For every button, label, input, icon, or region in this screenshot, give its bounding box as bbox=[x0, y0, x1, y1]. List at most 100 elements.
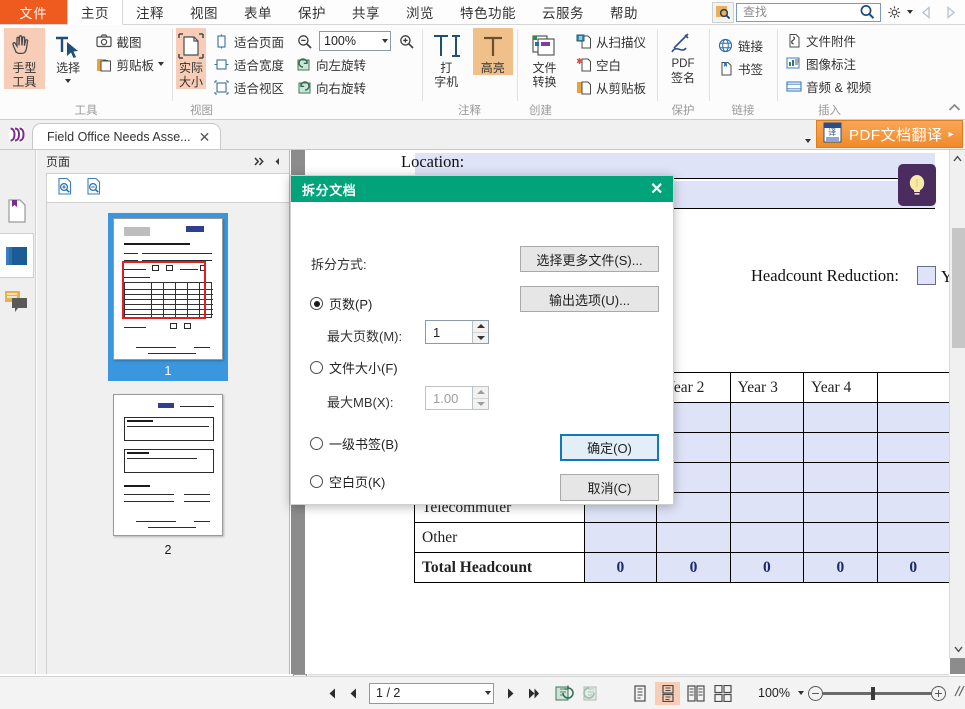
blank-page-button[interactable]: 空白 bbox=[571, 53, 650, 75]
headcount-reduction-checkbox[interactable] bbox=[917, 266, 936, 285]
page-thumbnail-list[interactable]: 1 bbox=[46, 203, 289, 674]
gear-dropdown-caret-icon[interactable] bbox=[907, 10, 913, 14]
pdf-sign-button[interactable]: PDF 签名 bbox=[661, 28, 705, 85]
radio-by-page-count[interactable]: 页数(P) bbox=[310, 294, 372, 313]
menu-tab-browse[interactable]: 浏览 bbox=[393, 0, 447, 24]
output-options-button[interactable]: 输出选项(U)... bbox=[520, 286, 659, 312]
facing-view-icon[interactable] bbox=[683, 682, 708, 705]
next-page-icon[interactable] bbox=[501, 682, 520, 704]
close-icon[interactable]: ✕ bbox=[197, 130, 213, 144]
cell[interactable] bbox=[804, 493, 877, 523]
page-thumbnail-1[interactable] bbox=[108, 213, 228, 365]
stepper-up-icon[interactable] bbox=[473, 387, 488, 398]
rotate-view-icon-2[interactable] bbox=[580, 682, 605, 705]
clipboard-caret-icon[interactable] bbox=[158, 62, 164, 66]
page-thumbnail-item[interactable]: 2 bbox=[108, 389, 228, 557]
chevron-down-icon[interactable] bbox=[805, 139, 811, 143]
select-tool-caret-icon[interactable] bbox=[65, 79, 71, 83]
from-clipboard-button[interactable]: 从剪贴板 bbox=[571, 76, 650, 98]
menu-tab-share[interactable]: 共享 bbox=[339, 0, 393, 24]
cell[interactable] bbox=[730, 433, 803, 463]
lightbulb-icon[interactable] bbox=[898, 164, 936, 206]
fit-page-button[interactable]: 适合页面 bbox=[209, 30, 288, 52]
cell[interactable] bbox=[877, 463, 949, 493]
collapse-icon[interactable] bbox=[269, 155, 285, 169]
menu-tab-protect[interactable]: 保护 bbox=[285, 0, 339, 24]
cancel-button[interactable]: 取消(C) bbox=[560, 474, 659, 501]
cell[interactable] bbox=[730, 403, 803, 433]
select-tool-button[interactable]: 选择 bbox=[48, 28, 89, 83]
expand-icon[interactable] bbox=[250, 155, 269, 169]
cell[interactable] bbox=[730, 463, 803, 493]
bookmark-button[interactable]: 书签 bbox=[713, 57, 767, 79]
find-field[interactable] bbox=[736, 3, 881, 22]
cell[interactable] bbox=[804, 403, 877, 433]
close-icon[interactable]: ✕ bbox=[645, 177, 669, 201]
pdf-translate-button[interactable]: 译 PDF文档翻译 ▸ bbox=[816, 120, 963, 148]
continuous-facing-view-icon[interactable] bbox=[711, 682, 736, 705]
nav-forward-icon[interactable] bbox=[939, 2, 961, 23]
rotate-view-icon[interactable] bbox=[552, 682, 577, 705]
file-attachment-button[interactable]: 文件附件 bbox=[781, 29, 875, 51]
screen-capture-button[interactable]: 截图 bbox=[91, 30, 168, 52]
search-input[interactable] bbox=[741, 4, 856, 20]
page-number-select[interactable]: 1 / 2 bbox=[369, 683, 494, 704]
zoom-out-icon[interactable] bbox=[808, 686, 823, 701]
from-scanner-button[interactable]: 从扫描仪 bbox=[571, 30, 650, 52]
zoom-level-select[interactable]: 100% bbox=[319, 31, 391, 51]
first-page-icon[interactable] bbox=[321, 682, 340, 704]
typewriter-button[interactable]: 打 字机 bbox=[426, 28, 467, 89]
find-highlight-icon[interactable] bbox=[712, 2, 734, 23]
max-mb-stepper[interactable]: 1.00 bbox=[425, 386, 489, 410]
menu-tab-form[interactable]: 表单 bbox=[231, 0, 285, 24]
search-icon[interactable] bbox=[856, 2, 878, 23]
radio-by-top-level-bookmark[interactable]: 一级书签(B) bbox=[310, 434, 398, 453]
gear-icon[interactable] bbox=[883, 2, 905, 23]
link-button[interactable]: 链接 bbox=[713, 34, 767, 56]
file-convert-button[interactable]: 文件 转换 bbox=[521, 28, 568, 89]
rotate-right-button[interactable]: 向右旋转 bbox=[291, 76, 419, 98]
menu-tab-view[interactable]: 视图 bbox=[177, 0, 231, 24]
continuous-view-icon[interactable] bbox=[655, 682, 680, 705]
stepper-up-icon[interactable] bbox=[473, 321, 488, 332]
cell[interactable] bbox=[804, 463, 877, 493]
actual-size-button[interactable]: 实际 大小 bbox=[176, 28, 206, 89]
zoom-in-icon[interactable] bbox=[395, 31, 417, 52]
zoom-level-caret-icon[interactable] bbox=[382, 39, 388, 43]
last-page-icon[interactable] bbox=[523, 682, 542, 704]
cell[interactable] bbox=[877, 493, 949, 523]
prev-page-icon[interactable] bbox=[343, 682, 362, 704]
cell[interactable] bbox=[584, 523, 657, 553]
audio-video-button[interactable]: 音频 & 视频 bbox=[781, 75, 875, 97]
menu-tab-help[interactable]: 帮助 bbox=[597, 0, 651, 24]
stepper-down-icon[interactable] bbox=[473, 332, 488, 344]
cell[interactable] bbox=[657, 523, 730, 553]
cell[interactable] bbox=[730, 493, 803, 523]
menu-tab-file[interactable]: 文件 bbox=[0, 0, 67, 24]
stepper-down-icon[interactable] bbox=[473, 398, 488, 410]
fit-width-button[interactable]: 适合宽度 bbox=[209, 53, 288, 75]
nav-back-icon[interactable] bbox=[915, 2, 937, 23]
select-more-files-button[interactable]: 选择更多文件(S)... bbox=[520, 246, 659, 272]
max-mb-value[interactable]: 1.00 bbox=[426, 387, 472, 409]
zoom-in-icon[interactable] bbox=[931, 686, 946, 701]
max-pages-stepper[interactable]: 1 bbox=[425, 320, 489, 344]
hand-tool-button[interactable]: 手型 工具 bbox=[4, 28, 45, 89]
scroll-down-icon[interactable] bbox=[950, 641, 965, 658]
zoom-preset-caret-icon[interactable] bbox=[798, 691, 804, 695]
page-thumbnail-2[interactable] bbox=[108, 389, 228, 541]
menu-tab-home[interactable]: 主页 bbox=[67, 0, 123, 25]
document-vertical-scrollbar[interactable] bbox=[949, 150, 965, 658]
zoom-slider-group[interactable] bbox=[798, 685, 965, 701]
fit-visible-button[interactable]: 适合视区 bbox=[209, 76, 288, 98]
cell[interactable] bbox=[877, 523, 949, 553]
cell[interactable] bbox=[877, 403, 949, 433]
zoom-out-icon[interactable] bbox=[293, 31, 315, 52]
chevron-up-icon[interactable] bbox=[948, 101, 961, 115]
radio-by-file-size[interactable]: 文件大小(F) bbox=[310, 358, 398, 377]
comments-panel-icon[interactable] bbox=[0, 278, 34, 323]
max-pages-value[interactable]: 1 bbox=[426, 321, 472, 343]
rotate-left-button[interactable]: 向左旋转 bbox=[291, 53, 419, 75]
zoom-slider-track[interactable] bbox=[823, 692, 931, 695]
radio-by-blank-page[interactable]: 空白页(K) bbox=[310, 472, 385, 491]
